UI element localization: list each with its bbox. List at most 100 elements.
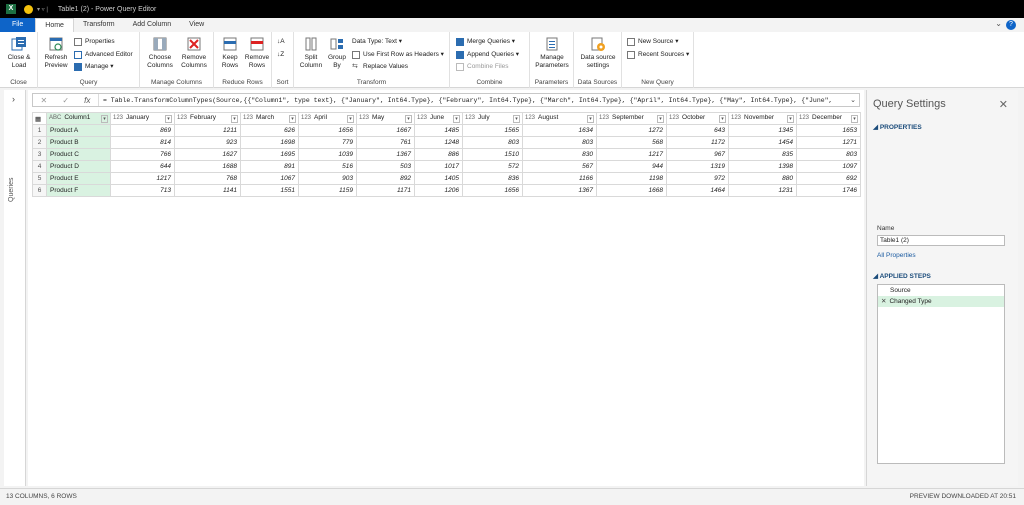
table-cell[interactable]: 1172 [666, 136, 729, 149]
table-cell[interactable]: 869 [110, 124, 175, 137]
all-properties-link[interactable]: All Properties [877, 252, 916, 259]
refresh-preview-button[interactable]: Refresh Preview [41, 36, 71, 70]
table-cell[interactable]: 643 [666, 124, 729, 137]
choose-columns-button[interactable]: Choose Columns [143, 36, 177, 70]
tab-add-column[interactable]: Add Column [124, 18, 181, 32]
column-header-july[interactable]: ▾ 123 July [462, 112, 523, 125]
tab-file[interactable]: File [0, 18, 36, 32]
column-filter-icon[interactable]: ▾ [289, 115, 296, 123]
tab-home[interactable]: Home [35, 18, 74, 32]
row-number[interactable]: 6 [32, 184, 47, 197]
column-header-may[interactable]: ▾ 123 May [356, 112, 415, 125]
table-cell[interactable]: 1159 [298, 184, 357, 197]
new-source-button[interactable]: New Source ▾ [627, 37, 678, 46]
column-type-icon[interactable]: 123 [417, 115, 427, 121]
table-cell[interactable]: 1217 [110, 172, 175, 185]
table-cell[interactable]: 830 [522, 148, 597, 161]
table-cell[interactable]: 1166 [522, 172, 597, 185]
row-number[interactable]: 3 [32, 148, 47, 161]
table-cell[interactable]: 835 [728, 148, 797, 161]
column-type-icon[interactable]: 123 [465, 115, 475, 121]
column-header-april[interactable]: ▾ 123 April [298, 112, 357, 125]
step-changed-type[interactable]: ✕ Changed Type [878, 296, 1004, 307]
quick-access-chevron-icon[interactable]: ▾ ▿ | [37, 6, 48, 13]
table-cell[interactable]: 803 [462, 136, 523, 149]
table-cell[interactable]: 1653 [796, 124, 861, 137]
append-queries-button[interactable]: Append Queries ▾ [456, 50, 519, 59]
remove-columns-button[interactable]: Remove Columns [177, 36, 211, 70]
formula-input[interactable]: = Table.TransformColumnTypes(Source,{{"C… [99, 97, 847, 104]
table-cell[interactable]: 1464 [666, 184, 729, 197]
table-cell[interactable]: 1248 [414, 136, 463, 149]
column-type-icon[interactable]: 123 [669, 115, 679, 121]
column-type-icon[interactable]: 123 [177, 115, 187, 121]
column-header-december[interactable]: ▾ 123 December [796, 112, 861, 125]
row-number[interactable]: 5 [32, 172, 47, 185]
column-header-march[interactable]: ▾ 123 March [240, 112, 299, 125]
row-number[interactable]: 2 [32, 136, 47, 149]
column-header-column1[interactable]: ▾ ABC Column1 [46, 112, 111, 125]
table-cell[interactable]: 1656 [462, 184, 523, 197]
table-cell[interactable]: 1627 [174, 148, 241, 161]
table-cell[interactable]: 1656 [298, 124, 357, 137]
table-cell[interactable]: 503 [356, 160, 415, 173]
collapse-ribbon-icon[interactable]: ⌄ [995, 19, 1002, 28]
table-cell[interactable]: 836 [462, 172, 523, 185]
column-header-august[interactable]: ▾ 123 August [522, 112, 597, 125]
column-filter-icon[interactable]: ▾ [231, 115, 238, 123]
data-type-dropdown[interactable]: Data Type: Text ▾ [352, 37, 402, 46]
table-cell[interactable]: 1698 [240, 136, 299, 149]
table-cell[interactable]: 814 [110, 136, 175, 149]
table-cell[interactable]: 568 [596, 136, 667, 149]
row-number[interactable]: 4 [32, 160, 47, 173]
table-cell[interactable]: 567 [522, 160, 597, 173]
column-filter-icon[interactable]: ▾ [347, 115, 354, 123]
expand-queries-icon[interactable]: › [12, 94, 15, 104]
table-cell[interactable]: 1695 [240, 148, 299, 161]
column-header-february[interactable]: ▾ 123 February [174, 112, 241, 125]
table-cell[interactable]: 1171 [356, 184, 415, 197]
table-cell[interactable]: 1345 [728, 124, 797, 137]
merge-queries-button[interactable]: Merge Queries ▾ [456, 37, 515, 46]
table-cell[interactable]: 1746 [796, 184, 861, 197]
table-cell[interactable]: 1206 [414, 184, 463, 197]
column-type-icon[interactable]: 123 [799, 115, 809, 121]
table-cell[interactable]: 1367 [522, 184, 597, 197]
table-cell[interactable]: 972 [666, 172, 729, 185]
table-cell[interactable]: 766 [110, 148, 175, 161]
table-cell[interactable]: 572 [462, 160, 523, 173]
table-cell[interactable]: 923 [174, 136, 241, 149]
table-cell[interactable]: Product F [46, 184, 111, 197]
table-cell[interactable]: Product B [46, 136, 111, 149]
use-first-row-headers-button[interactable]: Use First Row as Headers ▾ [352, 50, 444, 59]
column-type-icon[interactable]: 123 [731, 115, 741, 121]
column-filter-icon[interactable]: ▾ [657, 115, 664, 123]
split-column-button[interactable]: Split Column [297, 36, 325, 70]
table-cell[interactable]: 1668 [596, 184, 667, 197]
column-type-icon[interactable]: 123 [525, 115, 535, 121]
table-cell[interactable]: 944 [596, 160, 667, 173]
fx-icon[interactable]: fx [84, 96, 90, 105]
table-cell[interactable]: 1551 [240, 184, 299, 197]
table-cell[interactable]: 967 [666, 148, 729, 161]
recent-sources-button[interactable]: Recent Sources ▾ [627, 50, 689, 59]
sort-descending-button[interactable]: ↓Z [277, 50, 284, 59]
table-cell[interactable]: 1405 [414, 172, 463, 185]
column-filter-icon[interactable]: ▾ [405, 115, 412, 123]
table-cell[interactable]: 1097 [796, 160, 861, 173]
table-cell[interactable]: 1017 [414, 160, 463, 173]
confirm-formula-icon[interactable]: ✓ [62, 96, 69, 105]
table-cell[interactable]: 1510 [462, 148, 523, 161]
column-type-icon[interactable]: 123 [301, 115, 311, 121]
table-cell[interactable]: 1217 [596, 148, 667, 161]
table-cell[interactable]: 1667 [356, 124, 415, 137]
column-filter-icon[interactable]: ▾ [513, 115, 520, 123]
queries-pane-label[interactable]: Queries [8, 177, 15, 202]
expand-formula-icon[interactable]: ⌄ [847, 96, 859, 104]
table-cell[interactable]: 1319 [666, 160, 729, 173]
column-type-icon[interactable]: 123 [359, 115, 369, 121]
column-header-june[interactable]: ▾ 123 June [414, 112, 463, 125]
table-cell[interactable]: 768 [174, 172, 241, 185]
table-cell[interactable]: 1039 [298, 148, 357, 161]
table-cell[interactable]: 626 [240, 124, 299, 137]
